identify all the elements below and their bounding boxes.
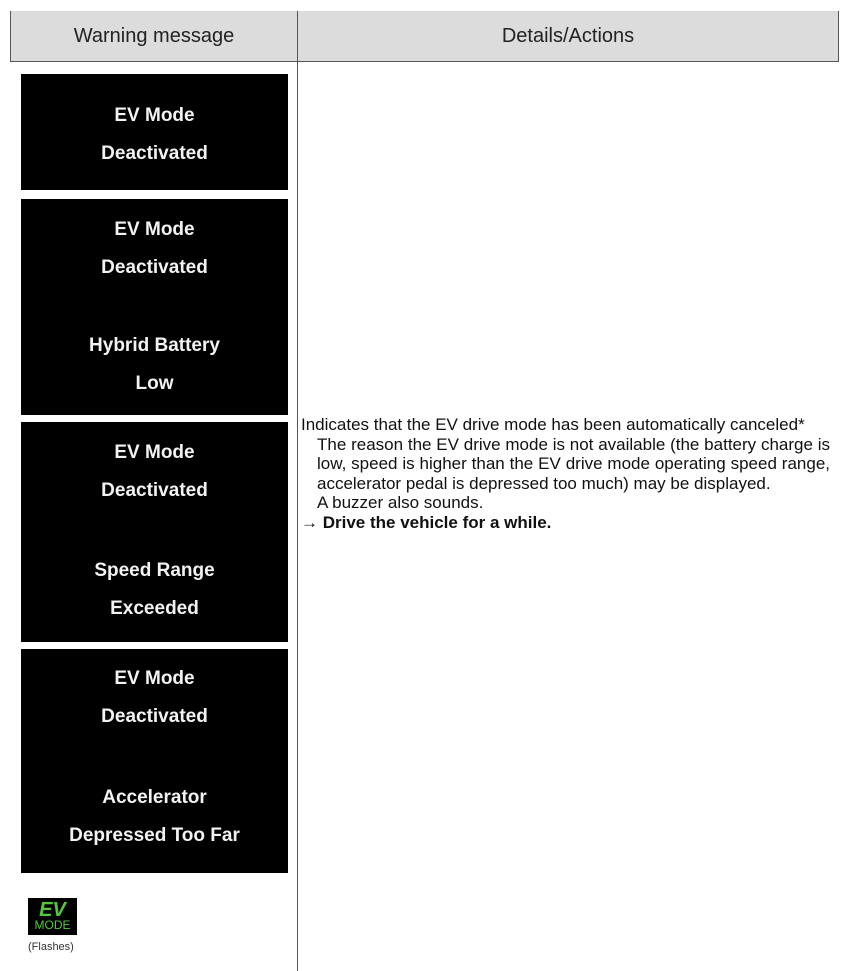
flashes-caption: (Flashes) [28,941,74,953]
panel-line: Hybrid Battery [89,335,220,356]
panel-line: Low [135,373,174,394]
panel-line: Exceeded [110,598,199,619]
details-text: Indicates that the EV drive mode has bee… [301,415,830,532]
warning-panel-accelerator-depressed: EV Mode Deactivated Accelerator Depresse… [21,649,288,873]
panel-line: Depressed Too Far [69,825,240,846]
panel-line: Speed Range [94,560,215,581]
action-text: Drive the vehicle for a while. [322,512,552,532]
action-arrow-icon: → [301,512,318,532]
header-divider [10,61,839,62]
warning-panel-speed-range-exceeded: EV Mode Deactivated Speed Range Exceeded [21,422,288,642]
details-intro: Indicates that the EV drive mode has bee… [301,415,805,434]
header-warning-message: Warning message [11,11,297,61]
details-reason: The reason the EV drive mode is not avai… [317,434,830,493]
column-divider [297,11,298,971]
panel-line: Deactivated [101,480,208,501]
table-right-border [838,11,839,62]
panel-line: EV Mode [114,442,195,463]
ev-mode-indicator-icon: EV MODE [28,898,77,935]
panel-line: EV Mode [114,668,195,689]
ev-mode-indicator-mode-text: MODE [34,918,71,932]
panel-line: EV Mode [114,105,195,126]
panel-line: Deactivated [101,706,208,727]
panel-line: Accelerator [102,787,207,808]
header-details-actions: Details/Actions [298,11,838,61]
ev-mode-indicator-ev-text: EV [39,899,66,921]
panel-line: EV Mode [114,219,195,240]
details-buzzer: A buzzer also sounds. [317,493,484,512]
details-action: → Drive the vehicle for a while. [301,513,830,533]
warning-panel-ev-deactivated: EV Mode Deactivated [21,74,288,190]
panel-line: Deactivated [101,257,208,278]
panel-line: Deactivated [101,143,208,164]
warning-panel-hybrid-battery-low: EV Mode Deactivated Hybrid Battery Low [21,199,288,415]
